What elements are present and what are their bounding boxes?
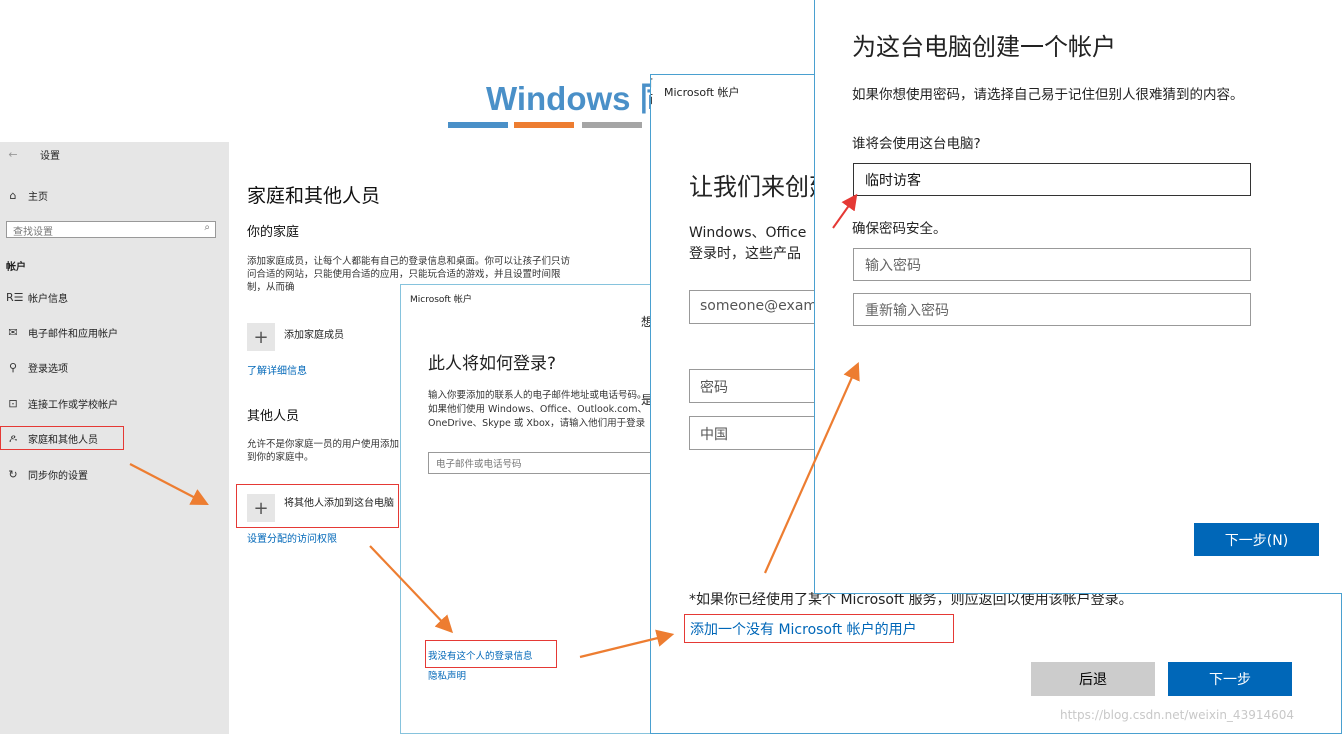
- sidebar-item-label: 同步你的设置: [28, 471, 88, 482]
- sidebar-item-sync[interactable]: ↻ 同步你的设置: [6, 467, 88, 482]
- window-title: 设置: [40, 151, 60, 162]
- sync-icon: ↻: [8, 468, 18, 481]
- local-account-dialog: 为这台电脑创建一个帐户 如果你想使用密码，请选择自己易于记住但别人很难猜到的内容…: [814, 0, 1342, 594]
- sidebar-item-work-school[interactable]: ⊡ 连接工作或学校帐户: [6, 396, 118, 411]
- settings-titlebar: ← 设置: [6, 147, 60, 162]
- sidebar-item-label: 帐户信息: [28, 294, 68, 305]
- dialog-description-2: 登录时，这些产品: [689, 246, 801, 262]
- dialog-title: Microsoft 帐户: [410, 295, 472, 305]
- input-placeholder: 电子邮件或电话号码: [436, 459, 522, 470]
- sidebar-item-email-accounts[interactable]: ✉ 电子邮件和应用帐户: [6, 325, 118, 340]
- privacy-link[interactable]: 隐私声明: [428, 668, 466, 682]
- sidebar-item-signin-options[interactable]: ⚲ 登录选项: [6, 360, 68, 375]
- email-phone-input[interactable]: 电子邮件或电话号码: [428, 452, 657, 474]
- no-signin-info-link[interactable]: 我没有这个人的登录信息: [428, 648, 533, 662]
- country-value: 中国: [700, 427, 728, 443]
- behind-text: 而: [651, 91, 653, 107]
- page-title: 家庭和其他人员: [247, 185, 381, 207]
- briefcase-icon: ⊡: [8, 397, 18, 410]
- password-placeholder: 输入密码: [865, 258, 921, 274]
- password-hint-text: 如果你想使用密码，请选择自己易于记住但别人很难猜到的内容。: [852, 87, 1244, 103]
- next-button[interactable]: 下一步: [1168, 662, 1292, 696]
- dialog-heading: 此人将如何登录?: [428, 354, 557, 374]
- others-heading: 其他人员: [247, 409, 300, 424]
- username-input[interactable]: 临时访客: [853, 163, 1251, 196]
- add-other-button[interactable]: +: [247, 494, 275, 522]
- back-arrow-icon[interactable]: ←: [6, 148, 20, 161]
- reenter-password-input[interactable]: 重新输入密码: [853, 293, 1251, 326]
- others-description: 允许不是你家庭一员的用户使用添加到你的家庭中。: [247, 439, 400, 463]
- sidebar-item-label: 主页: [28, 192, 48, 203]
- dialog-heading: 为这台电脑创建一个帐户: [852, 33, 1116, 61]
- learn-more-link[interactable]: 了解详细信息: [247, 362, 307, 377]
- sidebar-item-account-info[interactable]: R☰ 帐户信息: [6, 290, 68, 305]
- secure-password-label: 确保密码安全。: [852, 221, 947, 237]
- sidebar-item-label: 登录选项: [28, 364, 68, 375]
- home-icon: ⌂: [9, 189, 17, 202]
- mail-icon: ✉: [8, 326, 18, 339]
- next-button[interactable]: 下一步(N): [1194, 523, 1319, 556]
- family-heading: 你的家庭: [247, 225, 300, 240]
- password-placeholder: 密码: [700, 380, 728, 396]
- sidebar-item-label: 电子邮件和应用帐户: [28, 329, 118, 340]
- search-placeholder: 查找设置: [13, 227, 53, 238]
- behind-text: 可: [651, 75, 653, 91]
- settings-search-input[interactable]: 查找设置 ⌕: [6, 221, 216, 238]
- password-input[interactable]: 输入密码: [853, 248, 1251, 281]
- settings-sidebar: ← 设置 ⌂ 主页 查找设置 ⌕ 帐户 R☰ 帐户信息 ✉ 电子邮件和应用帐户 …: [0, 142, 229, 734]
- user-list-icon: R☰: [6, 291, 24, 304]
- assigned-access-link[interactable]: 设置分配的访问权限: [247, 530, 337, 545]
- reenter-placeholder: 重新输入密码: [865, 303, 949, 319]
- slide-title: Windows 同: [486, 80, 673, 117]
- username-value: 临时访客: [865, 173, 921, 189]
- add-other-label[interactable]: 将其他人添加到这台电脑: [284, 494, 398, 509]
- back-button[interactable]: 后退: [1031, 662, 1155, 696]
- add-user-without-msa-link[interactable]: 添加一个没有 Microsoft 帐户的用户: [690, 619, 917, 639]
- add-family-button[interactable]: +: [247, 323, 275, 351]
- dialog-description: 输入你要添加的联系人的电子邮件地址或电话号码。如果他们使用 Windows、Of…: [428, 390, 647, 429]
- sidebar-section-heading: 帐户: [6, 262, 26, 273]
- highlight-box-family: [0, 426, 124, 450]
- watermark: https://blog.csdn.net/weixin_43914604: [1060, 708, 1295, 722]
- deco-bar-gray: [582, 122, 642, 128]
- who-label: 谁将会使用这台电脑?: [852, 136, 981, 152]
- sidebar-item-home[interactable]: ⌂ 主页: [6, 188, 49, 203]
- dialog-title: Microsoft 帐户: [664, 86, 740, 99]
- search-icon[interactable]: ⌕: [204, 222, 210, 233]
- sidebar-item-label: 连接工作或学校帐户: [28, 400, 118, 411]
- msa-dialog-signin: Microsoft 帐户 此人将如何登录? 输入你要添加的联系人的电子邮件地址或…: [400, 284, 658, 734]
- dialog-description-1: Windows、Office: [689, 225, 807, 241]
- add-family-label[interactable]: 添加家庭成员: [284, 326, 344, 341]
- deco-bar-orange: [514, 122, 574, 128]
- key-icon: ⚲: [8, 361, 18, 374]
- deco-bar-blue: [448, 122, 508, 128]
